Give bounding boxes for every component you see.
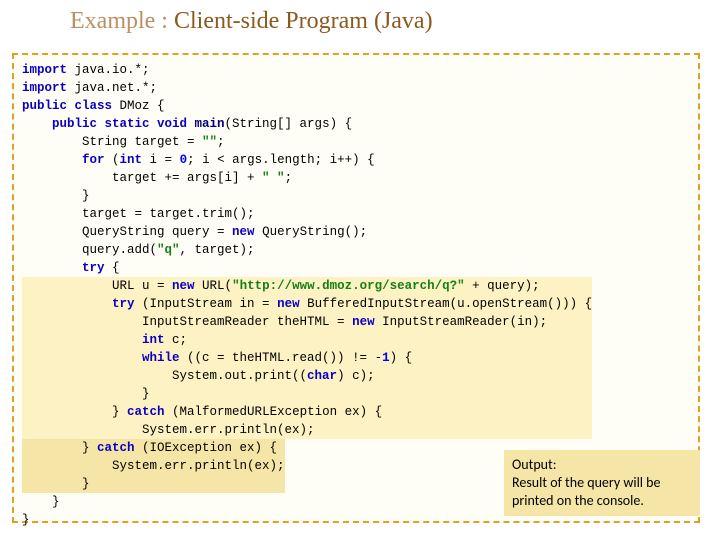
note-body: Result of the query will be printed on t… bbox=[512, 474, 660, 509]
slide-title: Example : Client-side Program (Java) bbox=[70, 8, 433, 35]
highlight-block-1: URL u = new URL("http://www.dmoz.org/sea… bbox=[22, 277, 592, 439]
note-title: Output: bbox=[512, 456, 556, 473]
title-prefix: Example : bbox=[70, 8, 174, 34]
highlight-block-2: } catch (IOException ex) { System.err.pr… bbox=[22, 439, 285, 493]
output-note: Output: Result of the query will be prin… bbox=[504, 450, 700, 516]
title-main: Client-side Program (Java) bbox=[174, 8, 433, 34]
